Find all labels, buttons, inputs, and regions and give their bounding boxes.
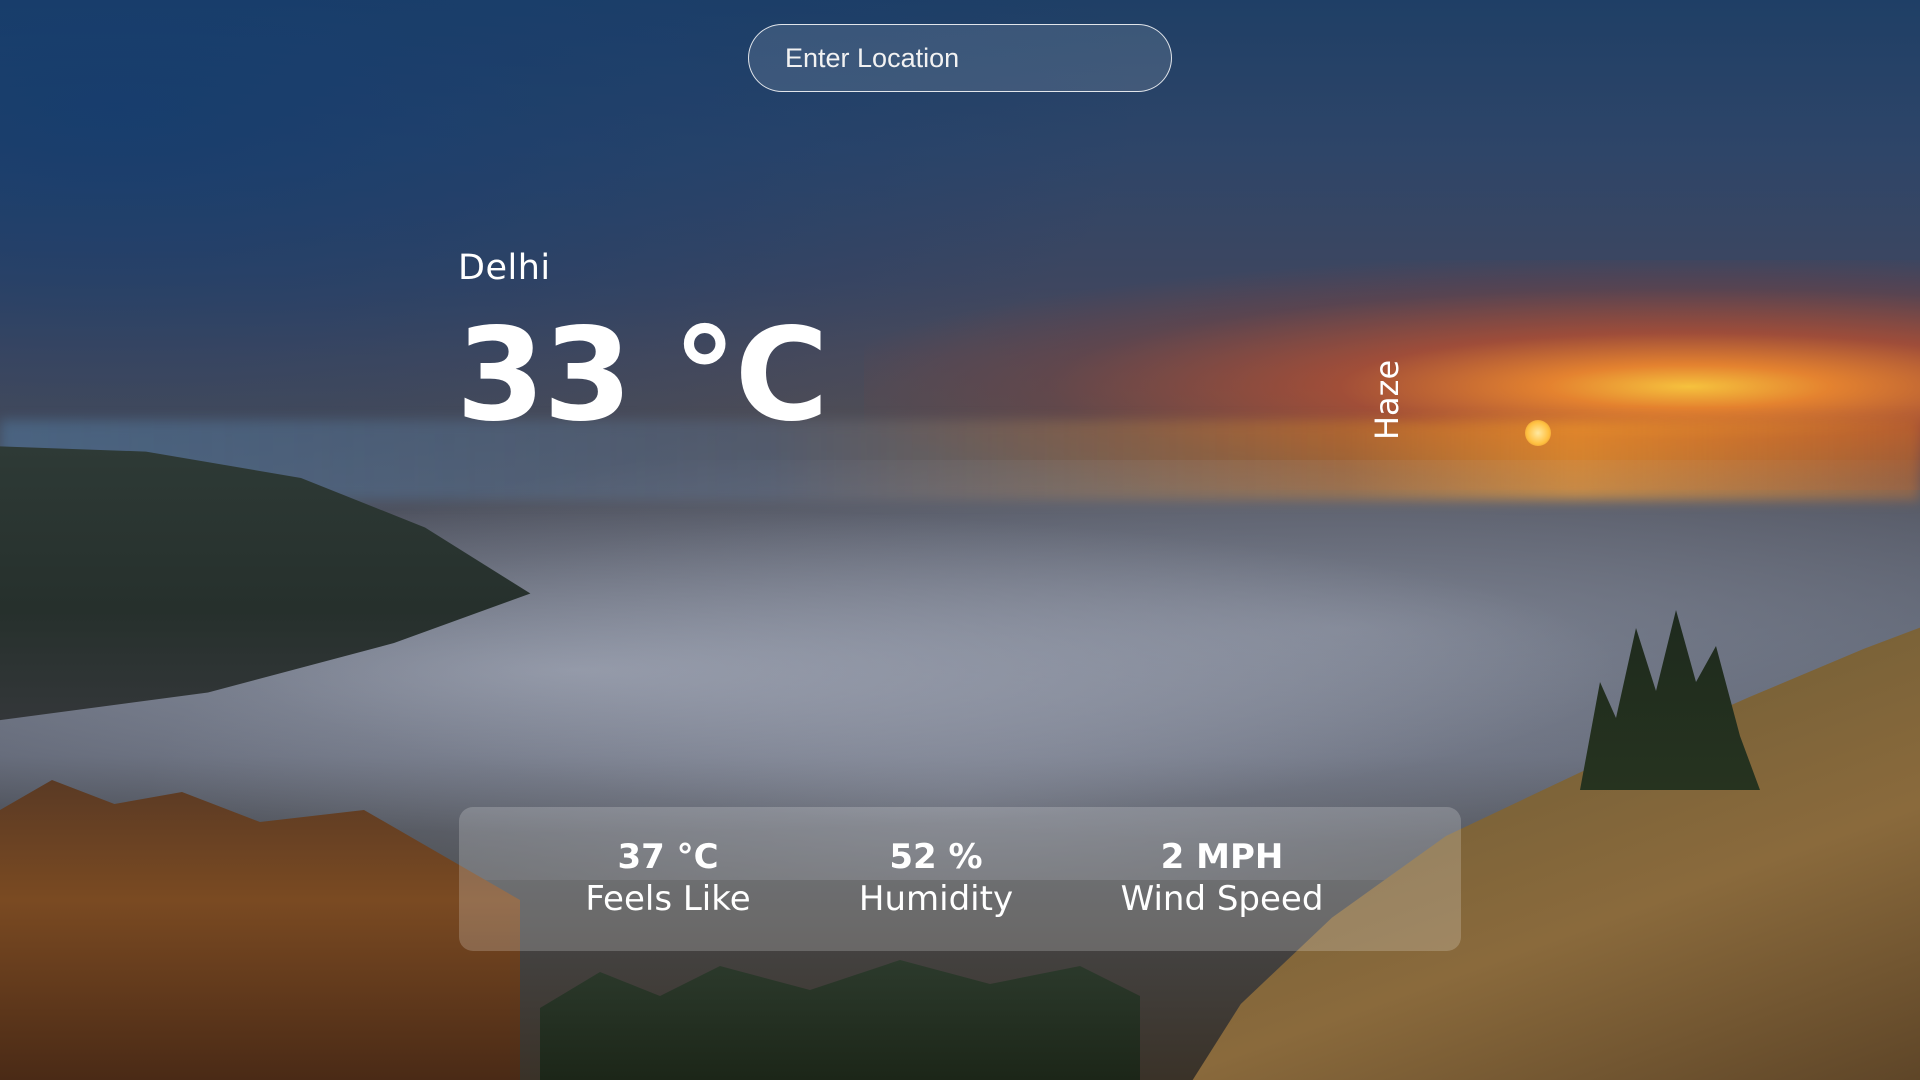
humidity-stat: 52 % Humidity	[836, 837, 1036, 922]
feels-like-stat: 37 °C Feels Like	[568, 837, 768, 922]
feels-like-label: Feels Like	[585, 879, 751, 920]
location-search-input[interactable]	[785, 42, 1171, 74]
wind-speed-stat: 2 MPH Wind Speed	[1092, 837, 1352, 922]
location-name: Delhi	[458, 248, 551, 288]
location-search-box[interactable]	[748, 24, 1172, 92]
current-temperature: 33 °C	[456, 301, 829, 450]
weather-stats-panel: 37 °C Feels Like 52 % Humidity 2 MPH Win…	[459, 807, 1461, 951]
humidity-label: Humidity	[858, 879, 1014, 920]
wind-speed-label: Wind Speed	[1120, 879, 1324, 920]
wind-speed-value: 2 MPH	[1160, 836, 1284, 877]
weather-condition: Haze	[1368, 359, 1406, 440]
forest-middle	[540, 960, 1140, 1080]
feels-like-value: 37 °C	[617, 836, 719, 877]
sun	[1525, 420, 1551, 446]
humidity-value: 52 %	[889, 836, 983, 877]
